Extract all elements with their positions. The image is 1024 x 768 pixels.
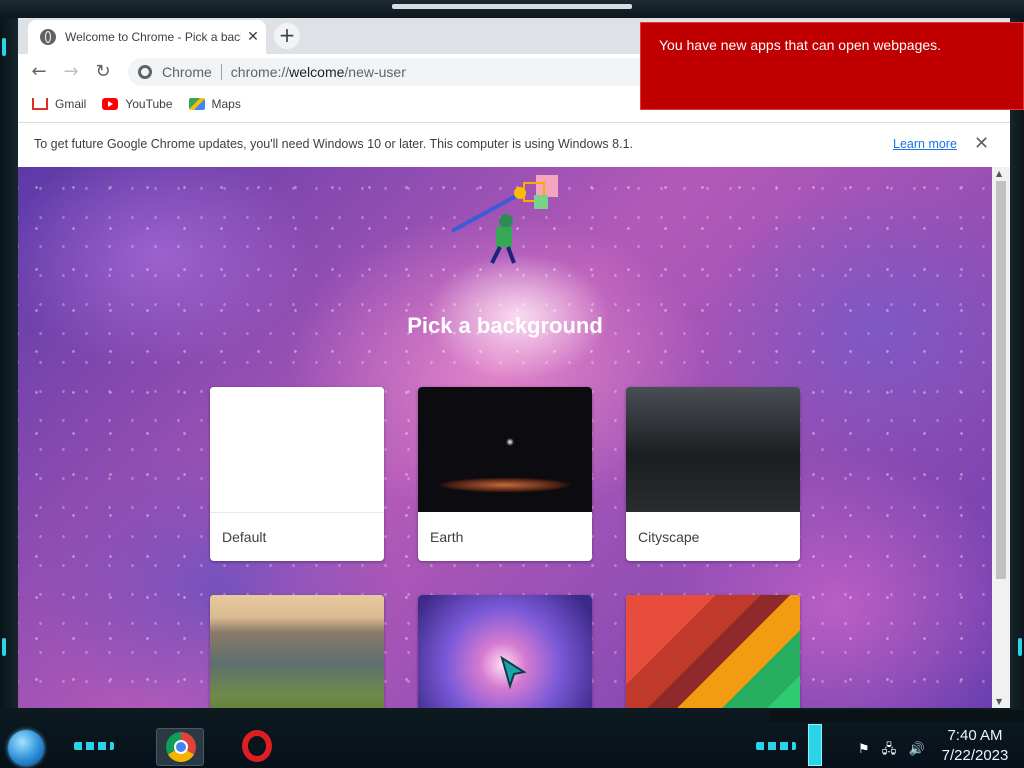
tab-welcome[interactable]: Welcome to Chrome - Pick a background ✕ (28, 20, 266, 54)
gmail-icon (32, 98, 48, 110)
clock-date: 7/22/2023 (941, 747, 1009, 764)
notification-text: You have new apps that can open webpages… (659, 37, 942, 53)
bookmark-label: Maps (211, 97, 241, 111)
maps-icon (188, 98, 205, 110)
reload-button[interactable]: ↻ (90, 59, 116, 85)
bookmark-gmail[interactable]: Gmail (32, 97, 86, 111)
background-option-default[interactable]: Default (210, 387, 384, 561)
desktop-left-frame (0, 18, 18, 708)
url-host: welcome (289, 64, 345, 80)
background-thumbnail (626, 595, 800, 708)
background-option-geometric[interactable] (626, 595, 800, 708)
background-thumbnail (210, 387, 384, 513)
taskbar-decoration (756, 742, 796, 750)
taskbar-decoration (74, 742, 114, 750)
flag-icon[interactable]: ⚑ (858, 742, 870, 757)
infobar-message: To get future Google Chrome updates, you… (34, 137, 633, 151)
background-thumbnail (626, 387, 800, 512)
back-button[interactable]: ← (26, 59, 52, 85)
welcome-page: Pick a background Default Earth Cityscap… (18, 167, 992, 708)
youtube-icon (102, 98, 119, 110)
frame-glow (2, 38, 6, 56)
background-thumbnail (210, 595, 384, 708)
desktop-top-frame (0, 0, 1024, 18)
url-text[interactable]: chrome://welcome/new-user (231, 64, 406, 80)
scroll-down-icon[interactable]: ▼ (996, 697, 1002, 706)
background-option-landscape[interactable] (210, 595, 384, 708)
taskbar: ⚑ 🖧 🔊 7:40 AM 7/22/2023 (0, 708, 1024, 768)
bookmark-label: YouTube (125, 97, 173, 111)
clock[interactable]: 7:40 AM 7/22/2023 (930, 726, 1020, 766)
clock-time: 7:40 AM (947, 727, 1003, 744)
opera-icon (242, 730, 272, 762)
notification-toast[interactable]: You have new apps that can open webpages… (640, 22, 1024, 110)
tab-close-icon[interactable]: ✕ (245, 29, 261, 45)
new-tab-button[interactable]: + (274, 23, 300, 49)
top-frame-bar (392, 4, 632, 9)
url-prefix: chrome:// (230, 64, 290, 80)
chrome-site-icon (138, 65, 152, 79)
infobar-close-icon[interactable]: ✕ (974, 133, 989, 154)
painter-illustration-icon (451, 175, 558, 264)
scrollbar-thumb[interactable] (996, 181, 1006, 579)
site-label: Chrome (162, 64, 212, 80)
speaker-icon[interactable]: 🔊 (908, 742, 924, 757)
taskbar-chrome[interactable] (156, 728, 204, 766)
forward-button[interactable]: → (58, 59, 84, 85)
bookmark-label: Gmail (55, 97, 87, 111)
bookmark-maps[interactable]: Maps (188, 97, 241, 111)
background-label: Cityscape (638, 529, 700, 545)
chrome-icon (166, 732, 196, 762)
background-option-cityscape[interactable]: Cityscape (626, 387, 800, 561)
background-thumbnail (418, 387, 592, 512)
network-icon[interactable]: 🖧 (882, 742, 897, 757)
address-bar[interactable]: Chrome chrome://welcome/new-user (128, 58, 688, 86)
desktop-right-frame (1010, 18, 1024, 708)
update-infobar: To get future Google Chrome updates, you… (18, 122, 1010, 168)
system-tray: ⚑ 🖧 🔊 (858, 740, 925, 762)
page-title: Pick a background (407, 313, 603, 338)
background-label: Earth (430, 529, 464, 545)
page-scrollbar[interactable]: ▲ ▼ (992, 167, 1010, 708)
scroll-up-icon[interactable]: ▲ (996, 169, 1002, 178)
url-path: /new-user (344, 64, 406, 80)
mouse-cursor-icon (500, 656, 527, 690)
start-button[interactable] (8, 730, 44, 766)
omnibox-separator (220, 64, 222, 80)
globe-icon (40, 29, 56, 45)
bookmark-youtube[interactable]: YouTube (102, 97, 173, 111)
frame-glow (2, 638, 6, 656)
background-label: Default (222, 529, 267, 545)
tab-title: Welcome to Chrome - Pick a background (65, 30, 241, 44)
tray-overflow-strip (770, 710, 1024, 722)
frame-glow (1018, 638, 1022, 656)
show-desktop-button[interactable] (808, 724, 822, 766)
taskbar-opera[interactable] (234, 728, 280, 764)
background-option-earth[interactable]: Earth (418, 387, 592, 561)
learn-more-link[interactable]: Learn more (893, 137, 957, 151)
chrome-window: Welcome to Chrome - Pick a background ✕ … (18, 18, 1010, 708)
